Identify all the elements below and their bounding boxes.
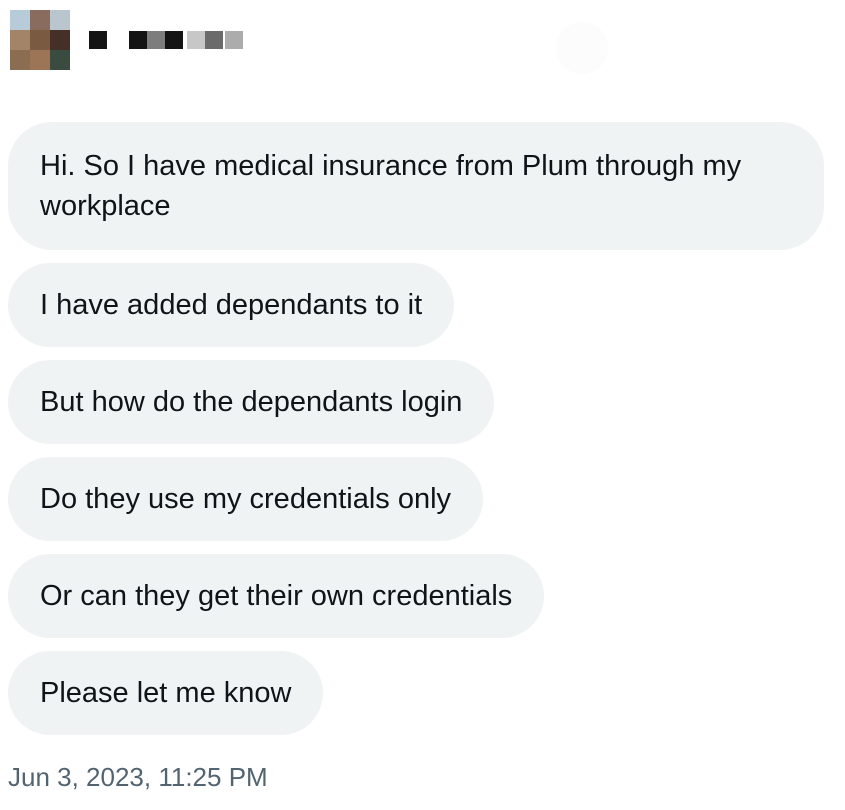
message-list: Hi. So I have medical insurance from Plu… [8, 122, 828, 748]
message-bubble[interactable]: Or can they get their own credentials [8, 554, 545, 638]
message-bubble[interactable]: Do they use my credentials only [8, 457, 484, 541]
avatar-pixel [10, 10, 30, 30]
message-timestamp: Jun 3, 2023, 11:25 PM [8, 762, 268, 792]
avatar[interactable] [10, 10, 70, 70]
redaction-block [187, 31, 205, 49]
redaction-block [129, 31, 147, 49]
faint-watermark [556, 22, 608, 74]
message-bubble[interactable]: But how do the dependants login [8, 360, 495, 444]
message-bubble[interactable]: Hi. So I have medical insurance from Plu… [8, 122, 824, 250]
message-bubble[interactable]: I have added dependants to it [8, 263, 455, 347]
avatar-pixel [10, 50, 30, 70]
avatar-pixel [30, 30, 50, 50]
avatar-pixel [50, 10, 70, 30]
avatar-pixel [30, 50, 50, 70]
redaction-block [89, 31, 107, 49]
redaction-block [205, 31, 223, 49]
redaction-block [165, 31, 183, 49]
redaction-block [147, 31, 165, 49]
redaction-block [225, 31, 243, 49]
message-bubble[interactable]: Please let me know [8, 651, 324, 735]
avatar-pixel [30, 10, 50, 30]
avatar-pixel [10, 30, 30, 50]
conversation-header [0, 0, 845, 80]
avatar-pixel [50, 50, 70, 70]
avatar-pixel [50, 30, 70, 50]
